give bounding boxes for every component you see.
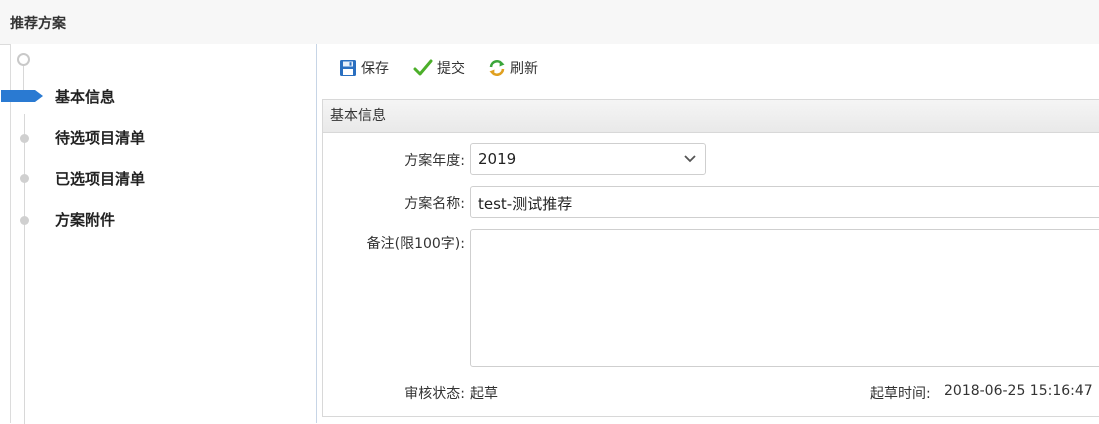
year-select[interactable]: 2019	[470, 143, 706, 175]
main-panel: 保存 提交 刷新 基本信息 方案年度: 2019 方案名称: test-测试推荐…	[316, 44, 1099, 423]
year-label: 方案年度:	[404, 153, 465, 169]
refresh-icon	[489, 60, 505, 76]
step-dot-icon	[20, 174, 29, 183]
remark-textarea[interactable]	[470, 229, 1099, 367]
step-attachments[interactable]: 方案附件	[55, 209, 115, 230]
name-value: test-测试推荐	[478, 195, 573, 213]
step-candidate-list[interactable]: 待选项目清单	[55, 127, 145, 148]
refresh-label: 刷新	[510, 61, 538, 77]
step-selected-list[interactable]: 已选项目清单	[55, 168, 145, 189]
audit-status-label: 审核状态:	[404, 386, 465, 402]
checkmark-icon	[413, 59, 433, 76]
chevron-down-icon	[684, 155, 696, 163]
submit-button[interactable]: 提交	[413, 58, 465, 78]
basic-info-section: 基本信息 方案年度: 2019 方案名称: test-测试推荐 备注(限100字…	[322, 99, 1099, 417]
name-label: 方案名称:	[404, 196, 465, 212]
draft-time-label: 起草时间:	[870, 386, 931, 402]
draft-time-value: 2018-06-25 15:16:47	[944, 383, 1093, 399]
audit-status-value: 起草	[470, 386, 498, 402]
step-dot-icon	[20, 134, 29, 143]
section-header: 基本信息	[323, 100, 1099, 133]
save-icon	[340, 60, 356, 76]
active-step-arrow-icon	[1, 90, 43, 102]
remark-label: 备注(限100字):	[366, 236, 465, 252]
title-bar: 推荐方案	[0, 0, 1099, 45]
timeline-start-icon	[17, 53, 30, 66]
toolbar: 保存 提交 刷新	[317, 44, 1099, 94]
step-basic-info[interactable]: 基本信息	[55, 86, 115, 107]
year-value: 2019	[478, 150, 517, 168]
timeline-line	[24, 114, 25, 424]
submit-label: 提交	[437, 61, 465, 77]
page-title: 推荐方案	[10, 16, 66, 32]
save-button[interactable]: 保存	[339, 58, 389, 78]
step-dot-icon	[20, 216, 29, 225]
step-navigation: 基本信息 待选项目清单 已选项目清单 方案附件	[1, 44, 316, 424]
name-input[interactable]: test-测试推荐	[470, 186, 1099, 218]
refresh-button[interactable]: 刷新	[488, 58, 538, 78]
save-label: 保存	[361, 61, 389, 77]
